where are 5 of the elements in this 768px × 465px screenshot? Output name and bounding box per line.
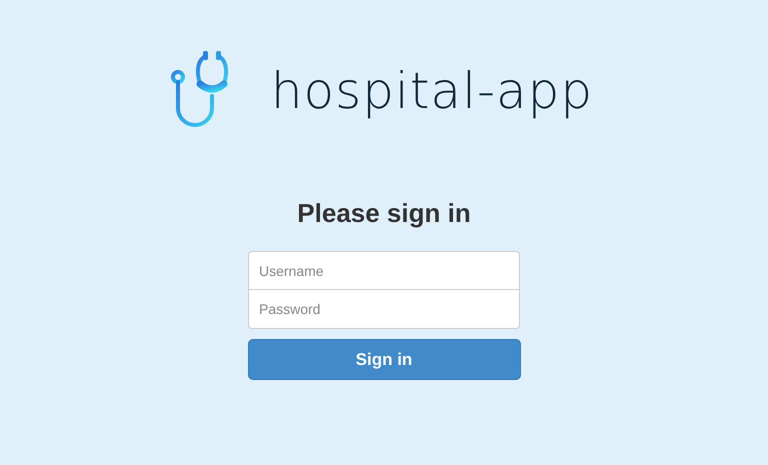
app-name: hospital-app — [270, 62, 594, 120]
form-heading: Please sign in — [297, 198, 471, 229]
username-field[interactable]: Username — [248, 251, 520, 290]
sign-in-button[interactable]: Sign in — [248, 339, 520, 380]
password-field[interactable]: Password — [248, 290, 520, 329]
